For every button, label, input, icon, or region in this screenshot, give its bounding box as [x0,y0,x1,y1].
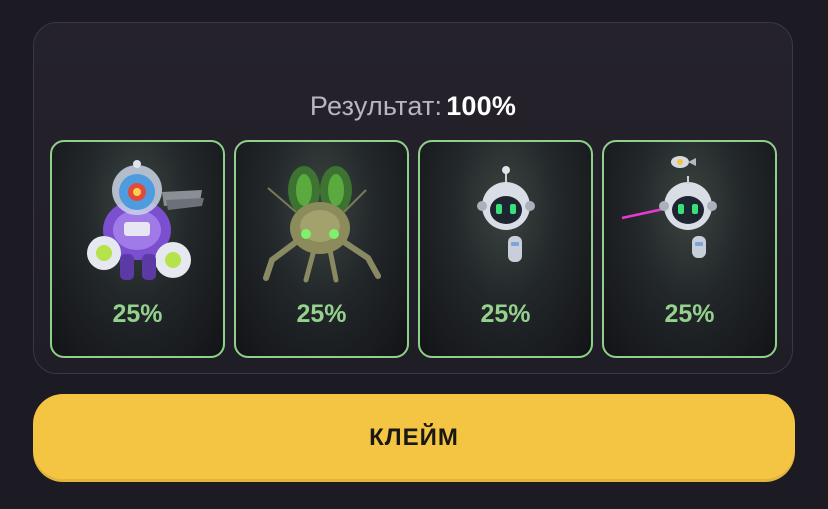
laser-drone-robot-icon [621,156,717,258]
reward-card-3[interactable]: 25% [418,140,593,358]
result-label: Результат: [309,91,443,121]
reward-chance: 25% [296,300,347,328]
claim-button[interactable]: КЛЕЙМ [33,394,795,482]
result-value: 100% [446,91,517,121]
green-mech-bug-icon [263,166,381,283]
reward-card-1[interactable]: 25% [50,140,225,358]
reward-card-4[interactable]: 25% [602,140,777,358]
reward-chance: 25% [664,300,715,328]
reward-card-2[interactable]: 25% [234,140,409,358]
reward-cards: 25% 25% 25% 25% [50,140,778,358]
purple-mech-robot-icon [87,160,204,280]
result-line: Результат: 100% [34,91,792,122]
reward-chance: 25% [480,300,531,328]
round-drone-robot-icon [477,166,535,262]
reward-chance: 25% [112,300,163,328]
